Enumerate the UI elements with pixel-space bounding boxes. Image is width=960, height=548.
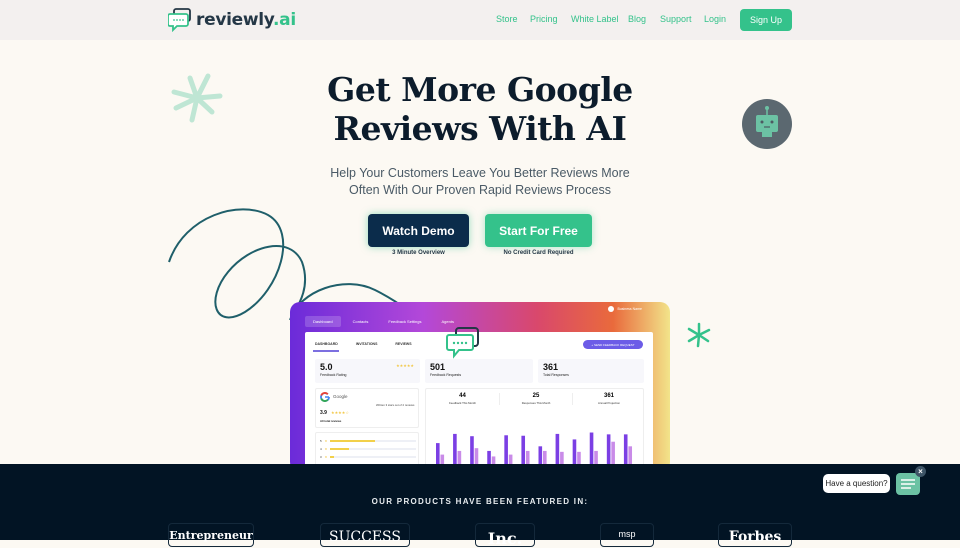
- nav-link-support[interactable]: Support: [660, 14, 692, 24]
- rating-bar-row: 5 ★: [320, 439, 416, 443]
- star-icon: ★: [324, 455, 328, 459]
- rating-bar-row: 4 ★: [320, 447, 416, 451]
- dash-user[interactable]: Business Name: [608, 306, 642, 312]
- logo[interactable]: reviewly.ai: [168, 8, 296, 32]
- kpi-label: Feedback Rating: [320, 373, 347, 377]
- google-stars: ★★★★☆: [331, 410, 349, 415]
- start-free-caption: No Credit Card Required: [503, 250, 574, 256]
- logo-suffix: .ai: [273, 10, 296, 30]
- kpi-value: 361: [543, 362, 559, 372]
- stat-label: Annual Projection: [598, 401, 620, 405]
- kpi-feedback-rating: 5.0 Feedback Rating ★★★★★: [315, 359, 420, 383]
- top-navbar: reviewly.ai Store Pricing White Label Bl…: [0, 0, 960, 40]
- logo-text: reviewly.ai: [196, 10, 296, 30]
- dash-nav-dashboard[interactable]: Dashboard: [305, 316, 341, 327]
- press-logo-msp: msp: [600, 523, 654, 547]
- sign-up-button[interactable]: Sign Up: [740, 9, 792, 31]
- google-total: All total reviews: [320, 419, 342, 423]
- kpi-stars: ★★★★★: [396, 363, 414, 368]
- rating-bar-fill: [330, 456, 334, 458]
- tab-invitations[interactable]: INVITATIONS: [356, 342, 378, 346]
- stat-label: Responses This Month: [521, 401, 551, 405]
- hero-subtitle: Help Your Customers Leave You Better Rev…: [320, 165, 640, 199]
- chat-widget-button[interactable]: [896, 473, 920, 495]
- google-label: Google: [333, 394, 348, 399]
- stat-value: 361: [603, 393, 614, 399]
- stat-feedback-month: 44 Feedback This Month: [426, 393, 499, 405]
- google-note: Written 3 stars out of 2 reviews: [376, 403, 415, 407]
- featured-heading: OUR PRODUCTS HAVE BEEN FEATURED IN:: [371, 497, 589, 506]
- google-rating-value: 3.9: [320, 410, 327, 416]
- nav-link-blog[interactable]: Blog: [628, 14, 646, 24]
- kpi-value: 501: [430, 362, 446, 372]
- rating-bar-fill: [330, 440, 375, 442]
- hero-subtitle-line-1: Help Your Customers Leave You Better Rev…: [330, 166, 630, 180]
- nav-link-white-label[interactable]: White Label: [571, 14, 619, 24]
- stat-annual-projection: 361 Annual Projection: [572, 393, 645, 405]
- dash-nav-feedback-settings[interactable]: Feedback Settings: [380, 316, 429, 327]
- press-logo-forbes: Forbes: [718, 523, 792, 547]
- rating-star-label: 4: [320, 447, 322, 451]
- nav-link-pricing[interactable]: Pricing: [530, 14, 558, 24]
- stat-responses-month: 25 Responses This Month: [499, 393, 572, 405]
- press-logo-inc: Inc.: [475, 523, 535, 548]
- stat-label: Feedback This Month: [449, 401, 476, 405]
- hero-title-line-2: Reviews With AI: [333, 109, 627, 148]
- rating-star-label: 3: [320, 455, 322, 459]
- robot-icon: [756, 106, 778, 137]
- dashboard-nav: Dashboard Contacts Feedback Settings Age…: [305, 316, 462, 327]
- stat-value: 44: [459, 393, 466, 399]
- watch-demo-button[interactable]: Watch Demo: [368, 214, 469, 247]
- user-avatar-icon: [608, 306, 615, 312]
- rating-bar-track: [330, 448, 416, 450]
- google-logo-icon: [320, 392, 330, 402]
- asterisk-decoration-right: [687, 322, 711, 348]
- send-feedback-request-button[interactable]: + SEND FEEDBACK REQUEST: [583, 340, 643, 349]
- asterisk-decoration-left: [171, 73, 223, 123]
- kpi-label: Feedback Requests: [430, 373, 462, 377]
- hero-title: Get More Google Reviews With AI: [300, 70, 660, 148]
- hero-title-line-1: Get More Google: [327, 70, 633, 109]
- active-tab-underline: [313, 350, 339, 352]
- chat-bubble-logo-icon: [168, 8, 191, 32]
- kpi-feedback-requests: 501 Feedback Requests: [425, 359, 533, 383]
- dash-tabs: DASHBOARD INVITATIONS REVIEWS: [315, 342, 412, 346]
- robot-avatar: [742, 99, 792, 149]
- chat-logo-floating-icon: [446, 327, 479, 359]
- press-logo-entrepreneur: Entrepreneur: [168, 523, 254, 547]
- stat-value: 25: [532, 393, 540, 399]
- watch-demo-caption: 3 Minute Overview: [392, 250, 445, 256]
- dash-nav-contacts[interactable]: Contacts: [345, 316, 377, 327]
- rating-bar-track: [330, 440, 416, 442]
- chat-close-button[interactable]: ×: [915, 466, 926, 477]
- kpi-total-responses: 361 Total Responses: [538, 359, 644, 383]
- star-icon: ★: [324, 447, 328, 451]
- tab-reviews[interactable]: REVIEWS: [395, 342, 411, 346]
- dash-user-name: Business Name: [617, 307, 642, 311]
- tab-dashboard[interactable]: DASHBOARD: [315, 342, 338, 346]
- google-rating-card: Google Written 3 stars out of 2 reviews …: [315, 388, 419, 428]
- rating-star-label: 5: [320, 439, 322, 443]
- logo-main: reviewly: [196, 10, 274, 30]
- stats-chart-card: 44 Feedback This Month 25 Responses This…: [425, 388, 644, 472]
- star-icon: ★: [324, 439, 328, 443]
- start-for-free-button[interactable]: Start For Free: [485, 214, 592, 247]
- rating-bar-row: 3 ★: [320, 455, 416, 459]
- kpi-label: Total Responses: [543, 373, 569, 377]
- nav-link-login[interactable]: Login: [704, 14, 726, 24]
- nav-link-store[interactable]: Store: [496, 14, 518, 24]
- chat-prompt-bubble[interactable]: Have a question?: [823, 474, 890, 493]
- chat-lines-icon: [901, 479, 915, 489]
- rating-bar-track: [330, 456, 416, 458]
- hero-subtitle-line-2: Often With Our Proven Rapid Reviews Proc…: [349, 183, 611, 197]
- rating-bar-fill: [330, 448, 350, 450]
- press-logo-success: SUCCESS: [320, 523, 410, 547]
